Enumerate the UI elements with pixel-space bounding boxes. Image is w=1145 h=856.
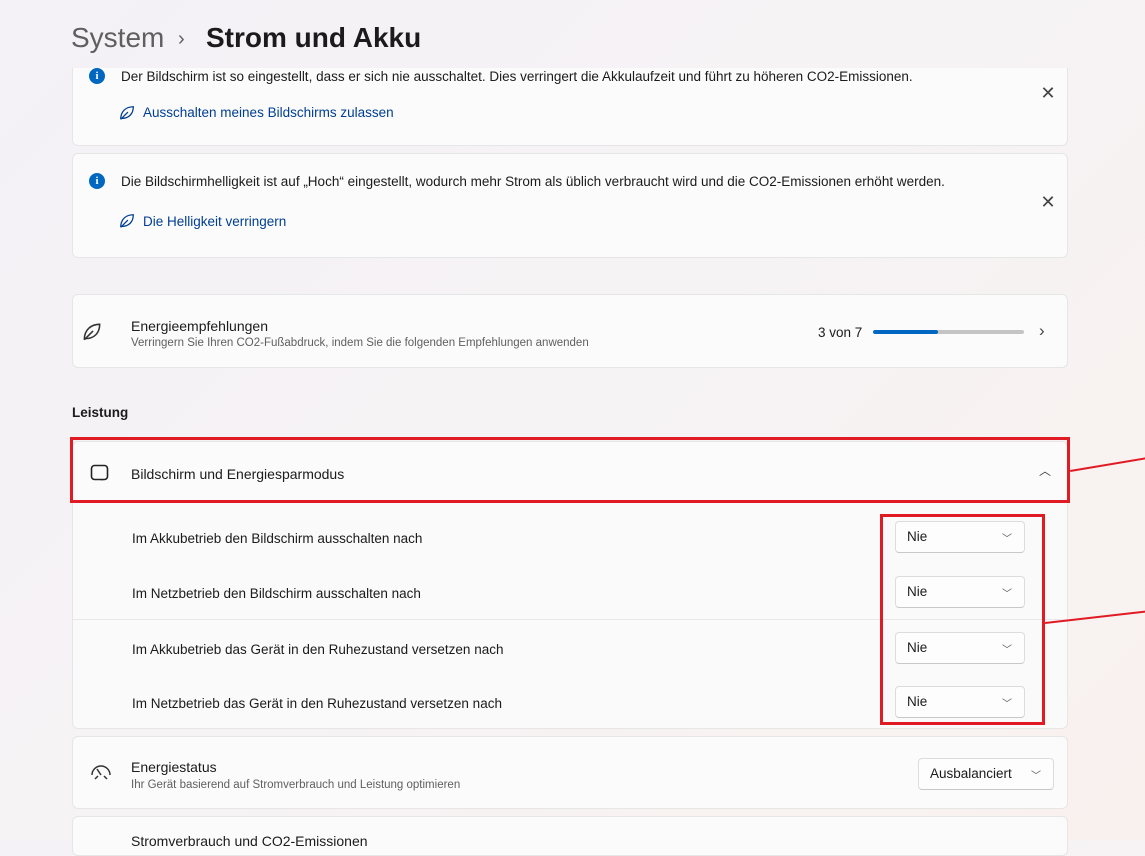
plugged-sleep-label: Im Netzbetrieb das Gerät in den Ruhezust…	[132, 696, 502, 711]
notification-message: Die Bildschirmhelligkeit ist auf „Hoch“ …	[121, 174, 945, 189]
chevron-down-icon: ﹀	[1031, 771, 1041, 782]
leaf-icon	[120, 106, 134, 120]
energy-recommendations-subtitle: Verringern Sie Ihren CO2-Fußabdruck, ind…	[131, 337, 589, 349]
battery-sleep-label: Im Akkubetrieb das Gerät in den Ruhezust…	[132, 642, 504, 657]
power-usage-card[interactable]: Stromverbrauch und CO2-Emissionen	[72, 816, 1068, 856]
recommendations-progress-bar	[873, 330, 1024, 334]
allow-screen-off-link[interactable]: Ausschalten meines Bildschirms zulassen	[143, 105, 394, 120]
leaf-icon	[120, 214, 134, 228]
reduce-brightness-link[interactable]: Die Helligkeit verringern	[143, 214, 286, 229]
power-mode-subtitle: Ihr Gerät basierend auf Stromverbrauch u…	[131, 779, 461, 791]
notification-message: Der Bildschirm ist so eingestellt, dass …	[121, 69, 913, 84]
breadcrumb-separator-icon: ›	[178, 28, 185, 50]
recommendations-progress-fill	[873, 330, 938, 334]
info-icon: i	[89, 68, 105, 84]
breadcrumb-parent[interactable]: System	[71, 22, 164, 54]
dropdown-value: Ausbalanciert	[930, 766, 1012, 781]
speedometer-icon	[91, 765, 111, 780]
section-heading-performance: Leistung	[72, 405, 129, 420]
page-title: Strom und Akku	[206, 22, 422, 53]
battery-screen-off-label: Im Akkubetrieb den Bildschirm ausschalte…	[132, 531, 423, 546]
annotation-highlight-dropdowns	[880, 514, 1045, 725]
annotation-highlight-expander	[70, 437, 1070, 503]
notification-card-screen-off: i Der Bildschirm ist so eingestellt, das…	[72, 68, 1068, 146]
power-usage-title: Stromverbrauch und CO2-Emissionen	[131, 833, 368, 849]
leaf-icon	[83, 323, 101, 341]
close-icon[interactable]: ✕	[1038, 83, 1058, 104]
plugged-screen-off-label: Im Netzbetrieb den Bildschirm ausschalte…	[132, 586, 421, 601]
power-mode-dropdown[interactable]: Ausbalanciert ﹀	[918, 758, 1054, 790]
energy-recommendations-title: Energieempfehlungen	[131, 318, 268, 334]
power-mode-title: Energiestatus	[131, 759, 217, 775]
chevron-right-icon: ›	[1039, 321, 1045, 340]
energy-recommendations-card[interactable]: Energieempfehlungen Verringern Sie Ihren…	[72, 294, 1068, 368]
power-mode-card: Energiestatus Ihr Gerät basierend auf St…	[72, 736, 1068, 809]
info-icon: i	[89, 173, 105, 189]
notification-card-brightness: i Die Bildschirmhelligkeit ist auf „Hoch…	[72, 153, 1068, 258]
close-icon[interactable]: ✕	[1038, 192, 1058, 213]
recommendations-count: 3 von 7	[818, 325, 863, 340]
annotation-arrow-line	[1070, 457, 1145, 472]
